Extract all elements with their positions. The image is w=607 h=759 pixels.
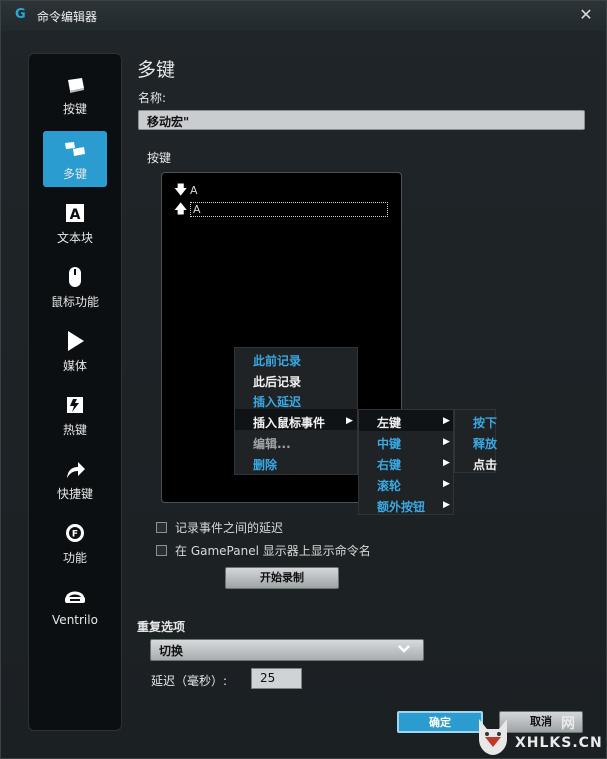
submenu-arrow-icon: ▶ (443, 479, 450, 489)
menu-item-edit[interactable]: 编辑... (253, 435, 291, 452)
start-record-button[interactable]: 开始录制 (225, 567, 339, 589)
macro-name-field[interactable]: 移动宏" (138, 110, 585, 130)
menu-item-release[interactable]: 释放 (473, 435, 497, 452)
sidebar-item-keystroke[interactable]: 按键 (43, 66, 107, 122)
submenu-arrow-icon: ▶ (443, 458, 450, 468)
site-watermark: 网 XHLKS.CN (471, 711, 607, 759)
delay-ms-field[interactable]: 25 (251, 668, 302, 689)
svg-text:A: A (70, 207, 81, 223)
close-icon[interactable]: ✕ (577, 6, 595, 24)
sidebar-item-shortcut[interactable]: 快捷键 (43, 451, 107, 507)
submenu-arrow-icon: ▶ (346, 416, 353, 426)
svg-text:F: F (72, 530, 78, 540)
mouse-icon (63, 265, 87, 289)
menu-item-record-before[interactable]: 此前记录 (253, 352, 301, 369)
hotkey-icon (63, 393, 87, 417)
title-bar: G 命令编辑器 ✕ (1, 1, 606, 31)
text-block-icon: A (63, 201, 87, 225)
record-delays-option[interactable]: 记录事件之间的延迟 (156, 519, 283, 536)
key-up-arrow-icon: 🡅 (174, 202, 188, 217)
submenu-arrow-icon: ▶ (443, 416, 450, 426)
sidebar-item-hotkey[interactable]: 热键 (43, 387, 107, 443)
sidebar-item-mouse-function[interactable]: 鼠标功能 (43, 259, 107, 315)
menu-item-click[interactable]: 点击 (473, 456, 497, 473)
menu-highlight (359, 410, 453, 431)
list-item[interactable]: 🡇 A (174, 181, 198, 198)
logitech-g-logo-icon: G (15, 7, 26, 22)
page-title: 多键 (137, 59, 176, 81)
multi-keycap-icon (63, 137, 87, 161)
sidebar-item-text-block[interactable]: A 文本块 (43, 195, 107, 251)
fox-logo-icon (479, 719, 507, 755)
delay-label: 延迟（毫秒）: (151, 674, 228, 688)
repeat-mode-select[interactable]: 切换 (150, 639, 424, 661)
sidebar-item-multikey[interactable]: 多键 (43, 131, 107, 187)
menu-item-press[interactable]: 按下 (473, 414, 497, 431)
mouse-button-submenu: 左键 ▶ 中键 ▶ 右键 ▶ 滚轮 ▶ 额外按钮 ▶ (358, 409, 454, 515)
function-gear-icon: F (63, 521, 87, 545)
sidebar-item-function[interactable]: F 功能 (43, 515, 107, 571)
name-label: 名称: (138, 91, 167, 105)
submenu-arrow-icon: ▶ (443, 437, 450, 447)
submenu-arrow-icon: ▶ (443, 500, 450, 510)
menu-item-record-after[interactable]: 此后记录 (253, 373, 301, 390)
list-item[interactable]: 🡅 A (174, 200, 388, 217)
command-type-sidebar: 按键 多键 A 文本块 鼠标功能 媒体 热键 快捷键 F 功能 Ventrilo (28, 53, 122, 731)
menu-item-left-button[interactable]: 左键 (377, 414, 401, 431)
command-editor-window: G 命令编辑器 ✕ 按键 多键 A 文本块 鼠标功能 媒体 热键 快捷键 F 功… (0, 0, 607, 759)
menu-item-wheel[interactable]: 滚轮 (377, 477, 401, 494)
window-title: 命令编辑器 (37, 10, 98, 24)
menu-item-delete[interactable]: 删除 (253, 456, 277, 473)
record-delays-checkbox[interactable] (156, 522, 167, 533)
repeat-options-label: 重复选项 (137, 620, 186, 634)
mouse-action-submenu: 按下 释放 点击 (454, 409, 497, 473)
sidebar-item-media[interactable]: 媒体 (43, 323, 107, 379)
play-icon (63, 329, 87, 353)
show-name-option[interactable]: 在 GamePanel 显示器上显示命令名 (156, 542, 371, 559)
shortcut-arrow-icon (63, 457, 87, 481)
headset-icon (63, 585, 87, 609)
menu-item-insert-mouse-event[interactable]: 插入鼠标事件 (253, 414, 325, 431)
menu-item-right-button[interactable]: 右键 (377, 456, 401, 473)
menu-item-insert-delay[interactable]: 插入延迟 (253, 393, 301, 410)
sidebar-item-ventrilo[interactable]: Ventrilo (43, 579, 107, 635)
context-menu: 此前记录 此后记录 插入延迟 插入鼠标事件 ▶ 编辑... 删除 (234, 347, 358, 475)
show-name-checkbox[interactable] (156, 545, 167, 556)
keycap-icon (63, 72, 87, 96)
menu-item-middle-button[interactable]: 中键 (377, 435, 401, 452)
menu-item-extra-button[interactable]: 额外按钮 (377, 498, 425, 515)
keys-label: 按键 (147, 151, 172, 165)
chevron-down-icon (397, 640, 411, 662)
